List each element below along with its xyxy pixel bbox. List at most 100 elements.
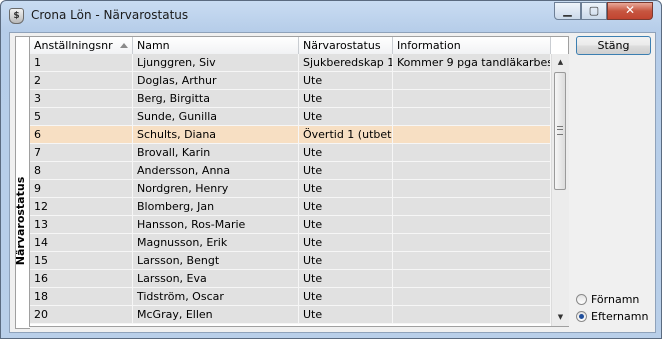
table-row[interactable]: 14 Magnusson, Erik Ute (30, 234, 551, 252)
grip-icon (557, 126, 563, 135)
table-row[interactable]: 1 Ljunggren, Siv Sjukberedskap 1 Kommer 9 p… (30, 54, 551, 72)
cell-status[interactable]: Ute (299, 108, 393, 126)
cell-information[interactable] (393, 234, 551, 252)
cell-employee-number[interactable]: 7 (30, 144, 133, 162)
cell-employee-number[interactable]: 12 (30, 198, 133, 216)
grid-header: Anställningsnr Namn Närvarostatus Inform… (30, 37, 551, 55)
table-row[interactable]: 9 Nordgren, Henry Ute (30, 180, 551, 198)
radio-button-icon[interactable] (576, 311, 587, 322)
cell-information[interactable] (393, 108, 551, 126)
cell-status[interactable]: Ute (299, 198, 393, 216)
cell-employee-number[interactable]: 8 (30, 162, 133, 180)
cell-information[interactable] (393, 306, 551, 324)
close-button[interactable]: Stäng (576, 36, 651, 55)
minimize-button[interactable]: ▁ (554, 2, 581, 20)
table-row[interactable]: 7 Brovall, Karin Ute (30, 144, 551, 162)
column-header-employee-number[interactable]: Anställningsnr (30, 37, 133, 54)
cell-employee-number[interactable]: 16 (30, 270, 133, 288)
table-row[interactable]: 15 Larsson, Bengt Ute (30, 252, 551, 270)
cell-name[interactable]: Tidström, Oscar (133, 288, 299, 306)
cell-name[interactable]: Doglas, Arthur (133, 72, 299, 90)
cell-status[interactable]: Ute (299, 180, 393, 198)
cell-status[interactable]: Ute (299, 90, 393, 108)
cell-information[interactable] (393, 252, 551, 270)
column-header-name[interactable]: Namn (133, 37, 299, 54)
cell-information[interactable] (393, 216, 551, 234)
cell-employee-number[interactable]: 5 (30, 108, 133, 126)
cell-name[interactable]: Blomberg, Jan (133, 198, 299, 216)
cell-status[interactable]: Ute (299, 270, 393, 288)
client-area: Närvarostatus Anställningsnr Namn Närvar… (9, 32, 656, 333)
cell-status[interactable]: Övertid 1 (utbet (299, 126, 393, 144)
cell-employee-number[interactable]: 15 (30, 252, 133, 270)
cell-information[interactable] (393, 162, 551, 180)
cell-status[interactable]: Ute (299, 306, 393, 324)
cell-employee-number[interactable]: 9 (30, 180, 133, 198)
close-window-button[interactable]: ✕ (607, 2, 653, 20)
cell-information[interactable]: Kommer 9 pga tandläkarbesök (393, 54, 551, 72)
cell-name[interactable]: Brovall, Karin (133, 144, 299, 162)
cell-status[interactable]: Ute (299, 288, 393, 306)
cell-information[interactable] (393, 198, 551, 216)
cell-name[interactable]: Larsson, Bengt (133, 252, 299, 270)
cell-status[interactable]: Ute (299, 162, 393, 180)
table-row[interactable]: 18 Tidström, Oscar Ute (30, 288, 551, 306)
cell-information[interactable] (393, 180, 551, 198)
cell-status[interactable]: Ute (299, 72, 393, 90)
sort-ascending-icon (120, 43, 128, 48)
scroll-down-icon[interactable]: ▼ (552, 309, 569, 326)
cell-name[interactable]: Andersson, Anna (133, 162, 299, 180)
cell-name[interactable]: Berg, Birgitta (133, 90, 299, 108)
cell-name[interactable]: McGray, Ellen (133, 306, 299, 324)
cell-employee-number[interactable]: 13 (30, 216, 133, 234)
column-header-status[interactable]: Närvarostatus (299, 37, 393, 54)
cell-employee-number[interactable]: 1 (30, 54, 133, 72)
money-bag-icon: $ (9, 8, 24, 24)
cell-employee-number[interactable]: 3 (30, 90, 133, 108)
cell-status[interactable]: Ute (299, 252, 393, 270)
radio-button-icon[interactable] (576, 294, 587, 305)
cell-information[interactable] (393, 270, 551, 288)
cell-name[interactable]: Schults, Diana (133, 126, 299, 144)
cell-status[interactable]: Ute (299, 216, 393, 234)
window-title: Crona Lön - Närvarostatus (31, 8, 189, 22)
cell-employee-number[interactable]: 20 (30, 306, 133, 324)
cell-status[interactable]: Ute (299, 234, 393, 252)
cell-information[interactable] (393, 90, 551, 108)
cell-name[interactable]: Nordgren, Henry (133, 180, 299, 198)
column-header-label: Anställningsnr (34, 39, 113, 52)
table-row[interactable]: 2 Doglas, Arthur Ute (30, 72, 551, 90)
cell-information[interactable] (393, 72, 551, 90)
cell-name[interactable]: Ljunggren, Siv (133, 54, 299, 72)
cell-name[interactable]: Sunde, Gunilla (133, 108, 299, 126)
cell-information[interactable] (393, 126, 551, 144)
table-row[interactable]: 3 Berg, Birgitta Ute (30, 90, 551, 108)
side-label-column: Närvarostatus (14, 36, 30, 329)
scrollbar-thumb[interactable] (554, 72, 566, 190)
table-row[interactable]: 8 Andersson, Anna Ute (30, 162, 551, 180)
table-row[interactable]: 6 Schults, Diana Övertid 1 (utbet (30, 126, 551, 144)
cell-employee-number[interactable]: 18 (30, 288, 133, 306)
table-row[interactable]: 16 Larsson, Eva Ute (30, 270, 551, 288)
cell-name[interactable]: Larsson, Eva (133, 270, 299, 288)
radio-label: Förnamn (591, 293, 640, 306)
vertical-scrollbar[interactable]: ▲ ▼ (551, 54, 569, 326)
cell-name[interactable]: Magnusson, Erik (133, 234, 299, 252)
title-bar[interactable]: $ Crona Lön - Närvarostatus ▁ ▢ ✕ (1, 1, 661, 31)
table-row[interactable]: 12 Blomberg, Jan Ute (30, 198, 551, 216)
scroll-up-icon[interactable]: ▲ (552, 54, 569, 71)
cell-status[interactable]: Ute (299, 144, 393, 162)
table-row[interactable]: 20 McGray, Ellen Ute (30, 306, 551, 324)
maximize-button[interactable]: ▢ (581, 2, 607, 20)
cell-name[interactable]: Hansson, Ros-Marie (133, 216, 299, 234)
table-row[interactable]: 5 Sunde, Gunilla Ute (30, 108, 551, 126)
cell-employee-number[interactable]: 6 (30, 126, 133, 144)
cell-employee-number[interactable]: 14 (30, 234, 133, 252)
status-grid[interactable]: Anställningsnr Namn Närvarostatus Inform… (29, 36, 569, 327)
cell-employee-number[interactable]: 2 (30, 72, 133, 90)
cell-status[interactable]: Sjukberedskap 1 (299, 54, 393, 72)
column-header-information[interactable]: Information (393, 37, 551, 54)
cell-information[interactable] (393, 144, 551, 162)
cell-information[interactable] (393, 288, 551, 306)
table-row[interactable]: 13 Hansson, Ros-Marie Ute (30, 216, 551, 234)
